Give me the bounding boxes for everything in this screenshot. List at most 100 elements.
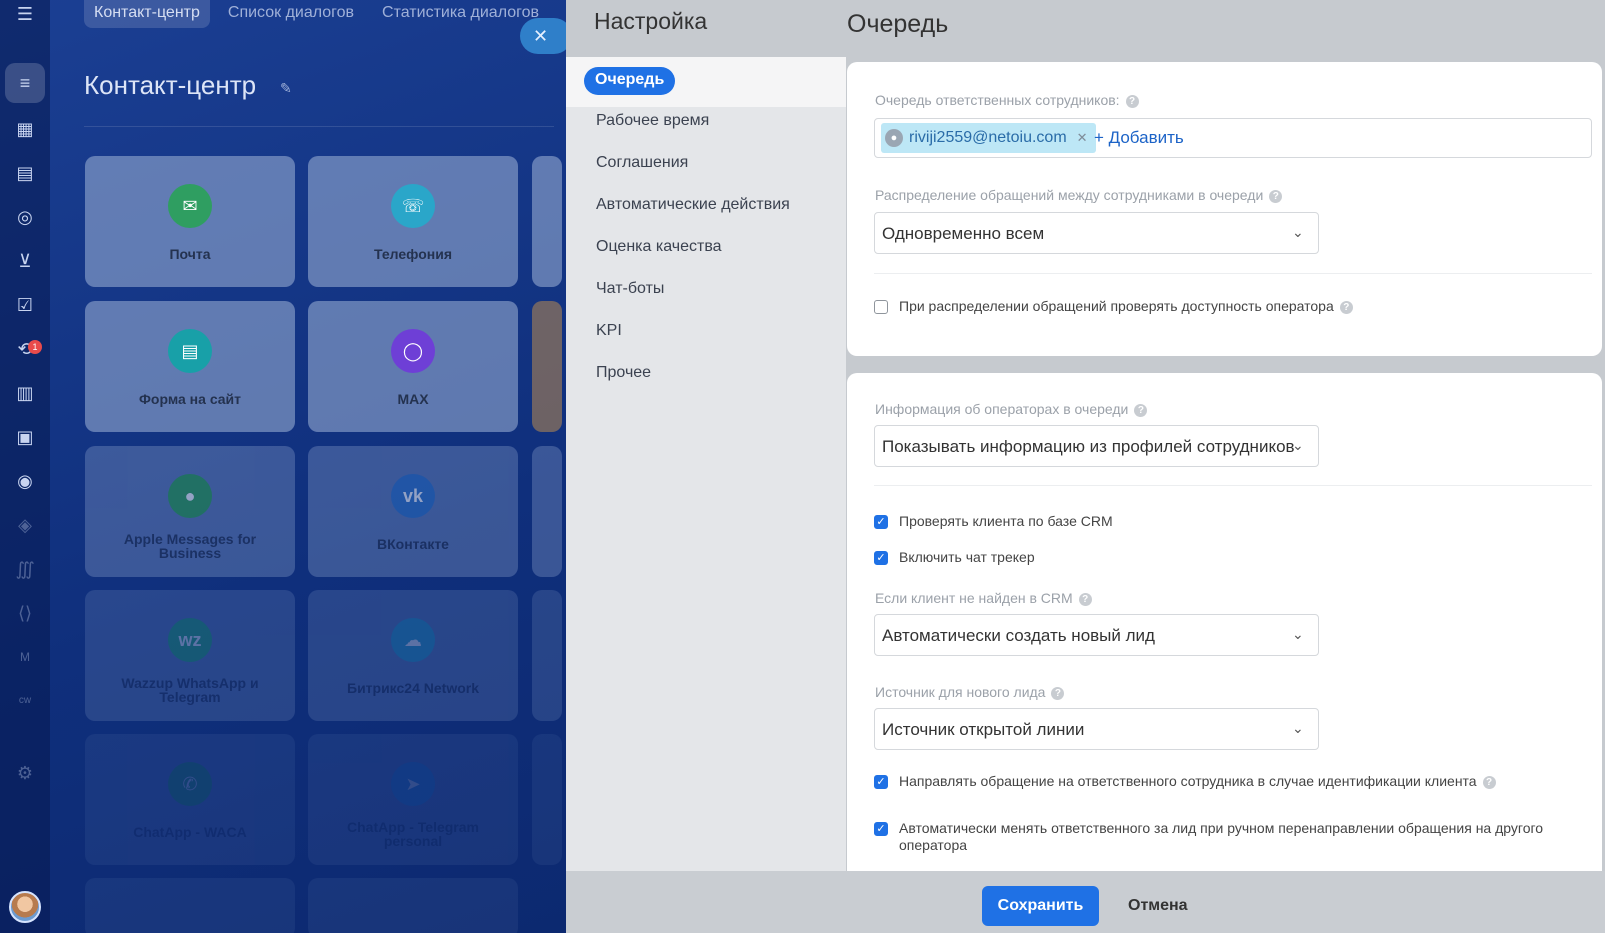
distribution-value: Одновременно всем (882, 224, 1045, 243)
tile-partial[interactable] (85, 878, 295, 933)
remove-user-icon[interactable]: ✕ (1077, 130, 1088, 146)
mcp-icon[interactable]: M (13, 645, 37, 669)
form-icon: ▤ (168, 329, 212, 373)
tab-contact-center[interactable]: Контакт-центр (84, 0, 210, 28)
analytics-icon[interactable]: ▥ (13, 381, 37, 405)
menu-item-queue[interactable]: Очередь (584, 67, 676, 95)
tab-dialog-list[interactable]: Список диалогов (218, 0, 364, 28)
user-chip: ● riviji2559@netoiu.com ✕ (881, 123, 1096, 153)
tile-label: Apple Messages for Business (123, 531, 257, 561)
menu-item-working-hours[interactable]: Рабочее время (596, 112, 709, 130)
robot-icon[interactable]: ◉ (13, 469, 37, 493)
tile-label: Wazzup WhatsApp и Telegram (121, 675, 259, 705)
distribution-label: Распределение обращений между сотрудника… (875, 187, 1283, 203)
menu-item-automatic-actions[interactable]: Автоматические действия (596, 196, 790, 214)
operator-info-select[interactable]: Показывать информацию из профилей сотруд… (874, 425, 1319, 467)
tasks-icon[interactable]: ☑ (13, 293, 37, 317)
help-icon[interactable]: ? (1269, 190, 1283, 203)
menu-item-agreements[interactable]: Соглашения (596, 154, 688, 172)
cart-icon[interactable]: ⊻ (13, 249, 37, 273)
add-user-button[interactable]: + Добавить (1094, 128, 1184, 148)
contacts-icon[interactable]: ▣ (13, 425, 37, 449)
user-chip-name: riviji2559@netoiu.com (909, 129, 1067, 146)
route-responsible-row[interactable]: ✓ Направлять обращение на ответственного… (874, 773, 1584, 790)
tile-chatapp-waca[interactable]: ✆ ChatApp - WACA (85, 734, 295, 865)
not-found-value: Автоматически создать новый лид (882, 626, 1155, 645)
code-icon[interactable]: ⟨⟩ (13, 601, 37, 625)
tile-apple-messages[interactable]: ● Apple Messages for Business (85, 446, 295, 577)
tile-b24-network[interactable]: ☁ Битрикс24 Network (308, 590, 518, 721)
auto-change-row[interactable]: ✓ Автоматически менять ответственного за… (874, 820, 1584, 854)
help-icon[interactable]: ? (1339, 301, 1353, 314)
queue-label: Очередь ответственных сотрудников:? (875, 92, 1139, 108)
check-availability-checkbox[interactable] (874, 300, 888, 314)
user-icon: ● (885, 129, 903, 147)
route-responsible-checkbox[interactable]: ✓ (874, 775, 888, 789)
cloud-icon: ☁ (391, 618, 435, 662)
cube-icon[interactable]: ◈ (13, 513, 37, 537)
route-responsible-label: Направлять обращение на ответственного с… (899, 773, 1496, 790)
tile-partial[interactable] (532, 590, 562, 721)
tile-partial[interactable] (308, 878, 518, 933)
auto-change-checkbox[interactable]: ✓ (874, 822, 888, 836)
help-icon[interactable]: ? (1482, 776, 1496, 789)
queue-users-field[interactable]: ● riviji2559@netoiu.com ✕ + Добавить (874, 118, 1592, 158)
tile-chatapp-telegram[interactable]: ➤ ChatApp - Telegram personal (308, 734, 518, 865)
help-icon[interactable]: ? (1078, 593, 1092, 606)
close-slider-button[interactable]: ✕ (520, 18, 572, 54)
funnel-icon[interactable]: ≡ (5, 63, 45, 103)
menu-item-chatbots[interactable]: Чат-боты (596, 280, 664, 298)
target-icon[interactable]: ◎ (13, 205, 37, 229)
tile-partial[interactable] (532, 446, 562, 577)
menu-item-quality-rating[interactable]: Оценка качества (596, 238, 722, 256)
settings-panel: Настройка Очередь Очередь Рабочее время … (566, 0, 1605, 933)
tile-partial[interactable] (532, 301, 562, 432)
menu-item-other[interactable]: Прочее (596, 364, 651, 382)
crm-check-row[interactable]: ✓ Проверять клиента по базе CRM (874, 513, 1584, 530)
tile-max[interactable]: ◯ MAX (308, 301, 518, 432)
signature-icon[interactable]: ∭ (13, 557, 37, 581)
telegram-icon: ➤ (391, 762, 435, 806)
cancel-button[interactable]: Отмена (1128, 897, 1188, 915)
chat-tracker-checkbox[interactable]: ✓ (874, 551, 888, 565)
tile-partial[interactable] (532, 734, 562, 865)
tile-telephony[interactable]: ☏ Телефония (308, 156, 518, 287)
menu-icon[interactable]: ☰ (13, 2, 37, 26)
distribution-select[interactable]: Одновременно всем ⌄ (874, 212, 1319, 254)
lead-source-label: Источник для нового лида? (875, 684, 1065, 700)
vk-icon: vk (391, 474, 435, 518)
chevron-down-icon: ⌄ (1292, 224, 1304, 240)
phone-icon: ☏ (391, 184, 435, 228)
help-icon[interactable]: ? (1134, 404, 1148, 417)
tile-label: Битрикс24 Network (347, 680, 479, 696)
gear-icon[interactable]: ⚙ (13, 761, 37, 785)
chat-tracker-row[interactable]: ✓ Включить чат трекер (874, 549, 1584, 566)
tile-wazzup[interactable]: wz Wazzup WhatsApp и Telegram (85, 590, 295, 721)
mail-icon: ✉ (168, 184, 212, 228)
help-icon[interactable]: ? (1125, 95, 1139, 108)
tab-dialog-stats[interactable]: Статистика диалогов (372, 0, 549, 28)
user-avatar[interactable] (9, 891, 41, 923)
tile-vk[interactable]: vk ВКонтакте (308, 446, 518, 577)
store-icon[interactable]: ▤ (13, 161, 37, 185)
lead-source-select[interactable]: Источник открытой линии ⌄ (874, 708, 1319, 750)
tile-web-form[interactable]: ▤ Форма на сайт (85, 301, 295, 432)
tile-mail[interactable]: ✉ Почта (85, 156, 295, 287)
tile-label: Телефония (374, 246, 452, 262)
divider (874, 273, 1592, 274)
tile-partial[interactable] (532, 156, 562, 287)
crm-check-checkbox[interactable]: ✓ (874, 515, 888, 529)
close-icon: ✕ (533, 26, 549, 46)
menu-item-kpi[interactable]: KPI (596, 322, 622, 340)
check-availability-row[interactable]: При распределении обращений проверять до… (874, 298, 1584, 315)
whatsapp-icon: ✆ (168, 762, 212, 806)
apple-messages-icon: ● (168, 474, 212, 518)
help-icon[interactable]: ? (1051, 687, 1065, 700)
not-found-select[interactable]: Автоматически создать новый лид ⌄ (874, 614, 1319, 656)
top-navigation: Контакт-центр Список диалогов Статистика… (84, 0, 549, 28)
save-button[interactable]: Сохранить (982, 886, 1099, 926)
panel-footer: Сохранить Отмена (566, 871, 1605, 933)
calendar-icon[interactable]: ▦ (13, 117, 37, 141)
pin-icon[interactable]: ✎ (280, 80, 292, 97)
cw-icon[interactable]: cw (13, 689, 37, 713)
